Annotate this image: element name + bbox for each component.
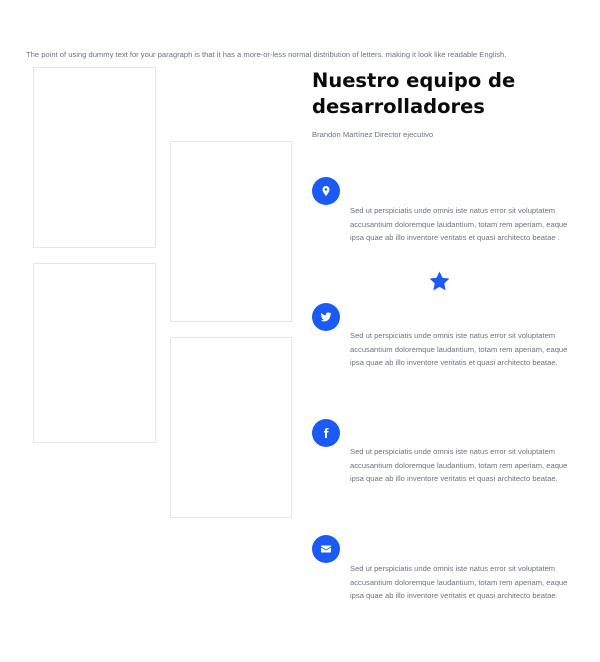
feature-text-3: Sed ut perspiciatis unde omnis iste natu…	[350, 447, 568, 484]
twitter-icon[interactable]	[312, 303, 340, 331]
section-heading: Nuestro equipo de desarrolladores	[312, 69, 516, 118]
team-photo-4	[170, 337, 292, 518]
star-icon	[429, 271, 450, 291]
page: The point of using dummy text for your p…	[0, 0, 600, 662]
feature-text-4: Sed ut perspiciatis unde omnis iste natu…	[350, 564, 568, 601]
team-photo-3	[170, 141, 292, 322]
section-subheading: Brandon Martínez Director ejecutivo	[312, 130, 434, 139]
envelope-icon[interactable]	[312, 535, 340, 563]
team-photo-2	[33, 263, 156, 443]
feature-text-1: Sed ut perspiciatis unde omnis iste natu…	[350, 206, 568, 243]
facebook-icon[interactable]	[312, 419, 340, 447]
map-pin-icon[interactable]	[312, 177, 340, 205]
intro-text: The point of using dummy text for your p…	[26, 49, 507, 59]
feature-text-2: Sed ut perspiciatis unde omnis iste natu…	[350, 331, 568, 368]
team-photo-1	[33, 67, 156, 248]
